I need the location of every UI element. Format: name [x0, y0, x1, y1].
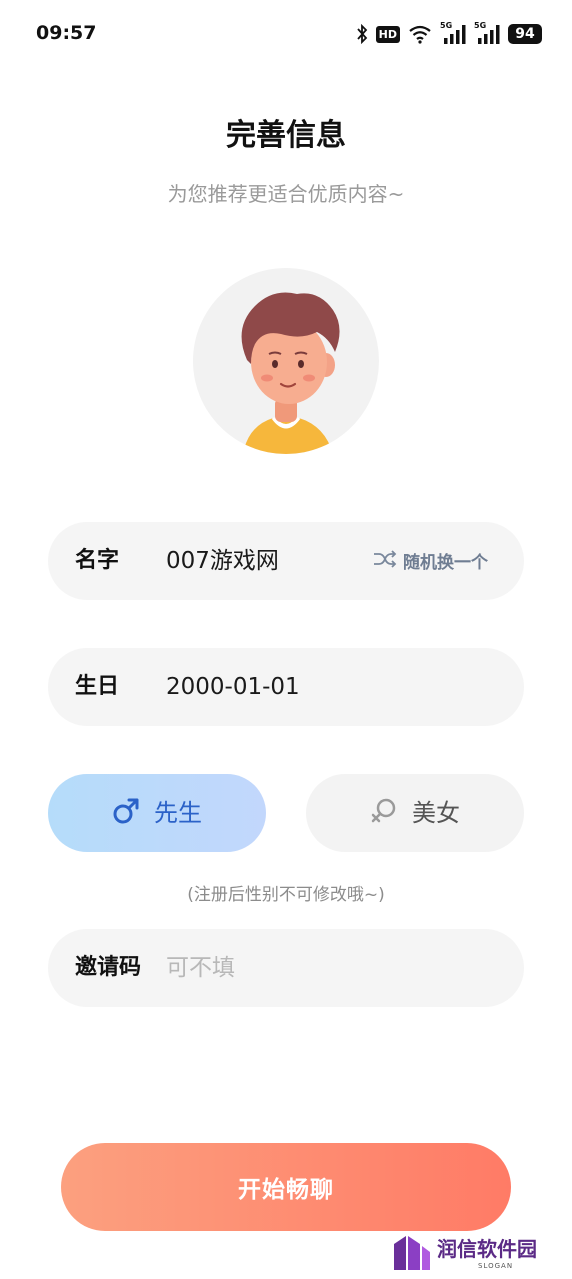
birthday-field[interactable]: 生日 2000-01-01 — [48, 648, 524, 726]
name-field[interactable]: 名字 007游戏网 随机换一个 — [48, 522, 524, 600]
watermark: 润信软件园 SLOGAN — [392, 1234, 556, 1274]
watermark-logo-icon — [394, 1236, 430, 1270]
network-label: 5G — [474, 21, 487, 30]
start-chat-button[interactable]: 开始畅聊 — [61, 1143, 511, 1231]
start-chat-label: 开始畅聊 — [238, 1177, 334, 1203]
invite-code-label: 邀请码 — [75, 955, 142, 980]
cartoon-boy-avatar-icon — [241, 292, 340, 454]
wifi-icon — [408, 24, 432, 44]
gender-male-label: 先生 — [154, 799, 202, 827]
gender-female-button[interactable]: 美女 — [306, 774, 524, 852]
network-label: 5G — [440, 21, 453, 30]
avatar[interactable] — [193, 268, 379, 454]
gender-male-button[interactable]: 先生 — [48, 774, 266, 852]
hd-icon: HD — [375, 25, 400, 43]
female-icon — [370, 797, 398, 829]
page-subtitle: 为您推荐更适合优质内容~ — [167, 182, 405, 206]
page-title: 完善信息 — [226, 118, 346, 153]
gender-note: (注册后性别不可修改哦~) — [187, 885, 385, 905]
birthday-value[interactable]: 2000-01-01 — [166, 673, 300, 701]
status-time: 09:57 — [36, 22, 97, 44]
status-icons: HD 5G 5G 94 — [356, 20, 542, 48]
invite-code-field[interactable]: 邀请码 可不填 — [48, 929, 524, 1007]
signal-5g-icon: 5G — [440, 21, 466, 45]
signal-5g-icon: 5G — [474, 21, 500, 45]
male-icon — [112, 797, 140, 829]
watermark-text: 润信软件园 — [437, 1237, 537, 1261]
gender-female-label: 美女 — [412, 799, 460, 827]
status-bar: 09:57 HD 5G 5G 94 — [0, 0, 572, 70]
battery-icon: 94 — [508, 24, 542, 44]
random-name-label: 随机换一个 — [403, 552, 488, 573]
invite-code-input[interactable]: 可不填 — [166, 954, 235, 982]
bluetooth-icon — [356, 24, 368, 44]
birthday-label: 生日 — [75, 674, 120, 699]
name-label: 名字 — [75, 548, 120, 573]
name-value[interactable]: 007游戏网 — [166, 547, 279, 575]
watermark-sub: SLOGAN — [478, 1262, 514, 1270]
random-name-button[interactable]: 随机换一个 — [373, 549, 488, 576]
shuffle-icon — [373, 549, 397, 576]
